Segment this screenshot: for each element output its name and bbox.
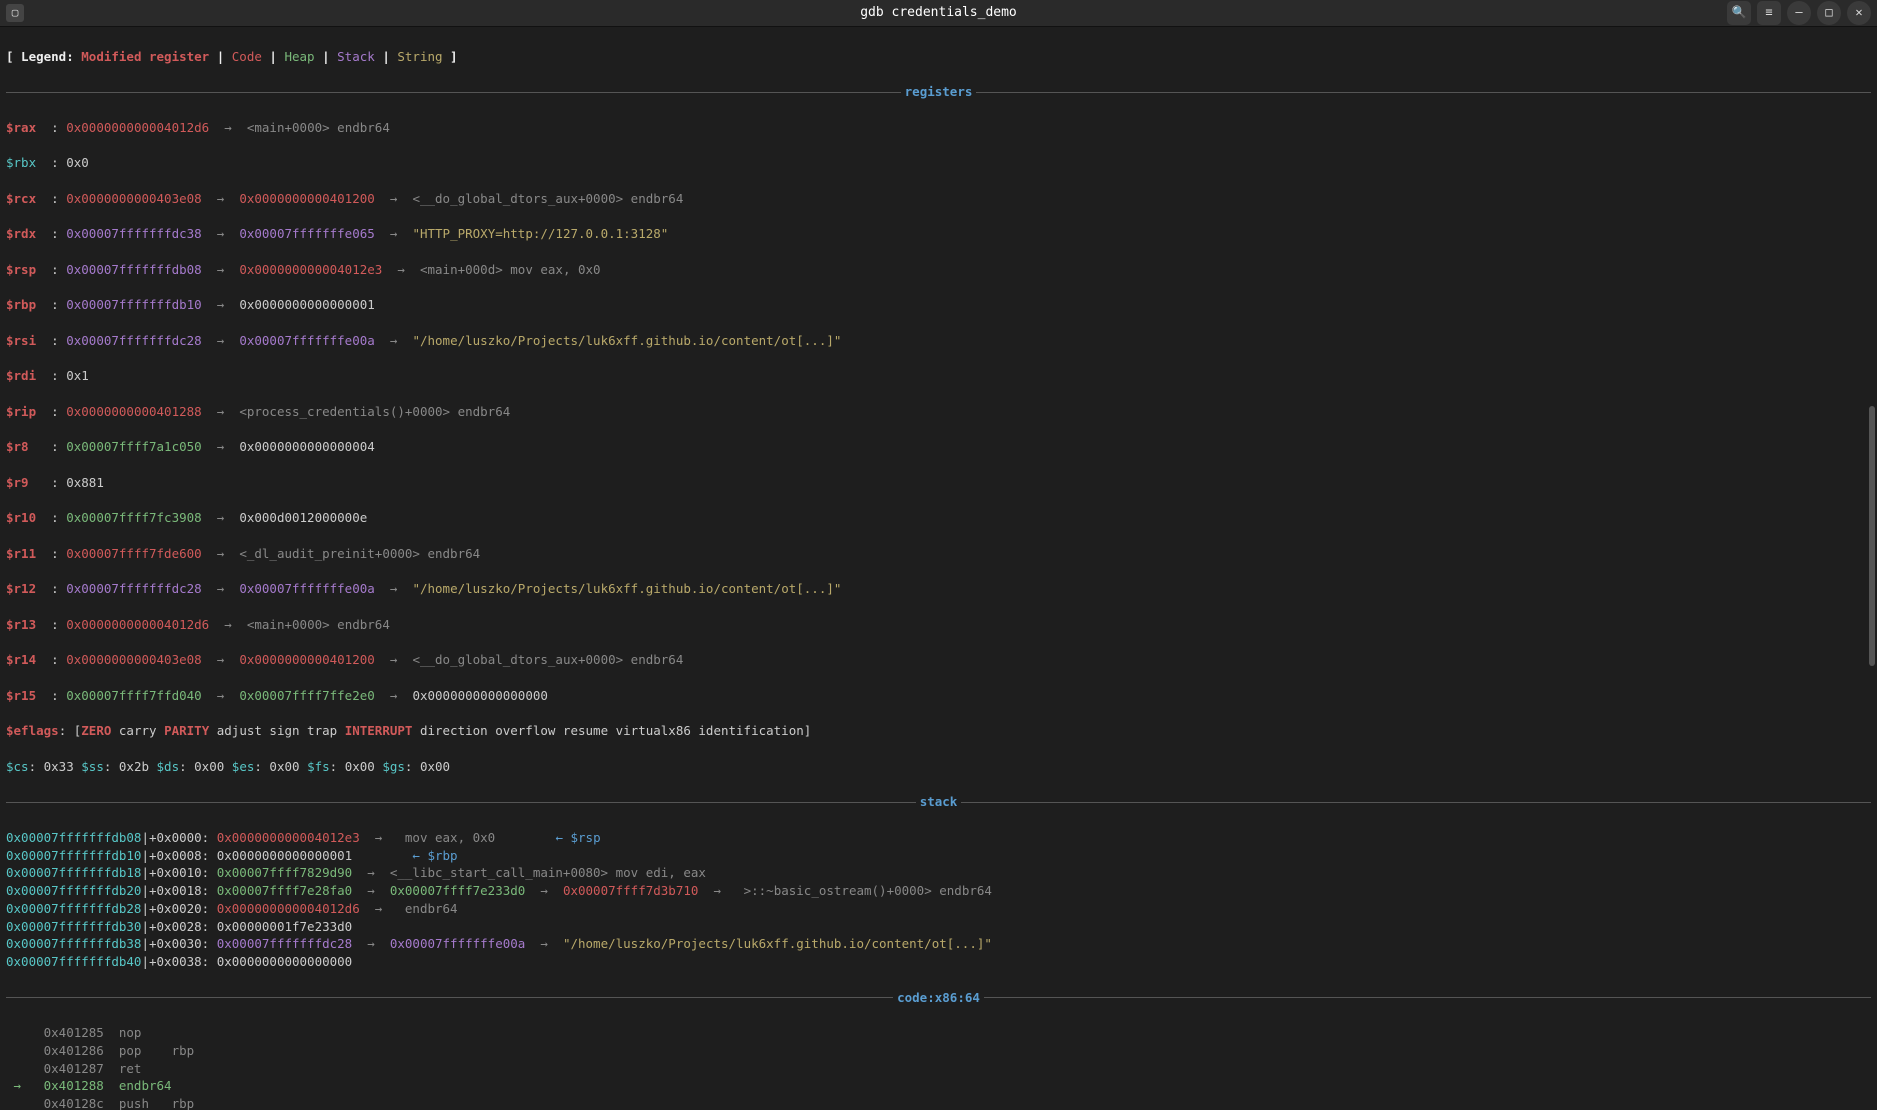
reg-r12: $r12 : 0x00007fffffffdc28 → 0x00007fffff… [6, 580, 1871, 598]
menu-button[interactable]: ≡ [1757, 1, 1781, 25]
reg-r13: $r13 : 0x000000000004012d6 → <main+0000>… [6, 616, 1871, 634]
stack-row: 0x00007fffffffdb30|+0x0028: 0x00000001f7… [6, 918, 1871, 936]
stack-row: 0x00007fffffffdb10|+0x0008: 0x0000000000… [6, 847, 1871, 865]
reg-r15: $r15 : 0x00007ffff7ffd040 → 0x00007ffff7… [6, 687, 1871, 705]
close-button[interactable]: ✕ [1847, 1, 1871, 25]
reg-rcx: $rcx : 0x0000000000403e08 → 0x0000000000… [6, 190, 1871, 208]
reg-rip: $rip : 0x0000000000401288 → <process_cre… [6, 403, 1871, 421]
terminal-app-icon: ▢ [6, 4, 24, 22]
stack-row: 0x00007fffffffdb18|+0x0010: 0x00007ffff7… [6, 864, 1871, 882]
stack-row: 0x00007fffffffdb28|+0x0020: 0x0000000000… [6, 900, 1871, 918]
reg-segments: $cs: 0x33 $ss: 0x2b $ds: 0x00 $es: 0x00 … [6, 758, 1871, 776]
reg-r14: $r14 : 0x0000000000403e08 → 0x0000000000… [6, 651, 1871, 669]
minimize-button[interactable]: – [1787, 1, 1811, 25]
reg-r8: $r8 : 0x00007ffff7a1c050 → 0x00000000000… [6, 438, 1871, 456]
reg-rax: $rax : 0x000000000004012d6 → <main+0000>… [6, 119, 1871, 137]
section-code: code:x86:64 [6, 989, 1871, 1007]
code-row: 0x40128c push rbp [6, 1095, 1871, 1110]
section-stack: stack [6, 793, 1871, 811]
titlebar: ▢ gdb credentials_demo 🔍 ≡ – □ ✕ [0, 0, 1877, 27]
reg-r11: $r11 : 0x00007ffff7fde600 → <_dl_audit_p… [6, 545, 1871, 563]
stack-row: 0x00007fffffffdb20|+0x0018: 0x00007ffff7… [6, 882, 1871, 900]
stack-row: 0x00007fffffffdb38|+0x0030: 0x00007fffff… [6, 935, 1871, 953]
stack-row: 0x00007fffffffdb40|+0x0038: 0x0000000000… [6, 953, 1871, 971]
maximize-button[interactable]: □ [1817, 1, 1841, 25]
reg-rdi: $rdi : 0x1 [6, 367, 1871, 385]
code-row: → 0x401288 endbr64 [6, 1077, 1871, 1095]
reg-eflags: $eflags: [ZERO carry PARITY adjust sign … [6, 722, 1871, 740]
code-row: 0x401286 pop rbp [6, 1042, 1871, 1060]
code-row: 0x401287 ret [6, 1060, 1871, 1078]
section-registers: registers [6, 83, 1871, 101]
reg-rsi: $rsi : 0x00007fffffffdc28 → 0x00007fffff… [6, 332, 1871, 350]
reg-r10: $r10 : 0x00007ffff7fc3908 → 0x000d001200… [6, 509, 1871, 527]
code-row: 0x401285 nop [6, 1024, 1871, 1042]
scrollbar-thumb[interactable] [1869, 406, 1875, 666]
reg-rbp: $rbp : 0x00007fffffffdb10 → 0x0000000000… [6, 296, 1871, 314]
reg-r9: $r9 : 0x881 [6, 474, 1871, 492]
reg-rdx: $rdx : 0x00007fffffffdc38 → 0x00007fffff… [6, 225, 1871, 243]
window-title: gdb credentials_demo [860, 4, 1017, 22]
legend-line: [ Legend: Modified register | Code | Hea… [6, 48, 1871, 66]
search-button[interactable]: 🔍 [1727, 1, 1751, 25]
terminal-body[interactable]: [ Legend: Modified register | Code | Hea… [0, 27, 1877, 1110]
reg-rbx: $rbx : 0x0 [6, 154, 1871, 172]
stack-row: 0x00007fffffffdb08|+0x0000: 0x0000000000… [6, 829, 1871, 847]
scrollbar[interactable] [1867, 26, 1877, 1110]
reg-rsp: $rsp : 0x00007fffffffdb08 → 0x0000000000… [6, 261, 1871, 279]
